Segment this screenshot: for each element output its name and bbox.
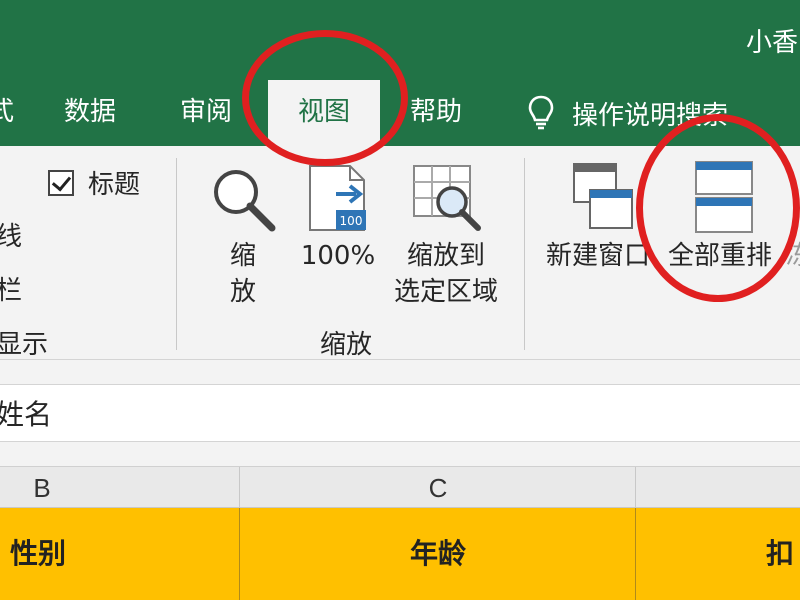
column-header-c[interactable]: C — [240, 467, 636, 509]
group-divider — [524, 158, 525, 350]
formula-bar-label[interactable]: 栏 — [0, 270, 22, 307]
cell-separator — [635, 508, 636, 600]
tab-review[interactable]: 审阅 — [180, 80, 232, 146]
formula-bar[interactable]: 姓名 — [0, 384, 800, 442]
column-headers: B C — [0, 466, 800, 509]
column-separator[interactable] — [635, 467, 636, 509]
column-header-b[interactable]: B — [0, 467, 84, 509]
tell-me-search[interactable]: 操作说明搜索 — [528, 80, 728, 146]
tab-help[interactable]: 帮助 — [410, 80, 462, 146]
gridlines-label[interactable]: 线 — [0, 216, 22, 253]
title-bar: 小香 — [0, 0, 800, 80]
zoom-to-selection-icon — [413, 165, 481, 231]
user-name[interactable]: 小香 — [746, 22, 798, 59]
arrange-all-label: 全部重排 — [668, 241, 773, 271]
new-window-label: 新建窗口 — [546, 241, 651, 271]
zoom-to-selection-line2: 选定区域 — [393, 277, 498, 307]
show-group-label: 显示 — [0, 330, 49, 360]
freeze-panes-label-partial[interactable]: 冻 — [786, 238, 800, 274]
zoom-label-line2: 放 — [229, 277, 256, 307]
formula-bar-value[interactable]: 姓名 — [0, 393, 52, 433]
zoom-to-selection-line1: 缩放到 — [406, 241, 485, 271]
table-row: 性别 年龄 扣 — [0, 508, 800, 600]
headings-checkbox-row[interactable]: 标题 — [48, 164, 140, 201]
tab-formulas[interactable]: 式 — [0, 80, 14, 146]
cell-deduction[interactable]: 扣 — [766, 508, 794, 600]
arrange-all-icon — [695, 161, 753, 233]
lightbulb-icon — [528, 95, 554, 130]
headings-label: 标题 — [88, 170, 141, 200]
zoom-group-label: 缩放 — [320, 330, 373, 360]
zoom-100-label: 100% — [300, 241, 376, 271]
ribbon-tab-bar: 式 数据 审阅 视图 帮助 操作说明搜索 — [0, 80, 800, 146]
zoom-100-icon: 100 — [309, 165, 366, 231]
zoom-label-line1: 缩 — [229, 241, 256, 271]
cell-gender[interactable]: 性别 — [10, 508, 66, 600]
magnifier-icon — [214, 170, 276, 232]
new-window-icon — [573, 163, 633, 229]
cell-age[interactable]: 年龄 — [240, 508, 636, 600]
headings-checkbox[interactable] — [48, 169, 74, 196]
group-divider — [176, 158, 177, 350]
tab-view[interactable]: 视图 — [268, 80, 380, 146]
tell-me-label: 操作说明搜索 — [572, 100, 729, 131]
ribbon: 标题 线 栏 显示 缩 放 100 100% 缩放到 选定区域 缩放 新建窗口 … — [0, 146, 800, 360]
zoom-100-badge: 100 — [340, 214, 363, 228]
tab-data[interactable]: 数据 — [64, 80, 116, 146]
